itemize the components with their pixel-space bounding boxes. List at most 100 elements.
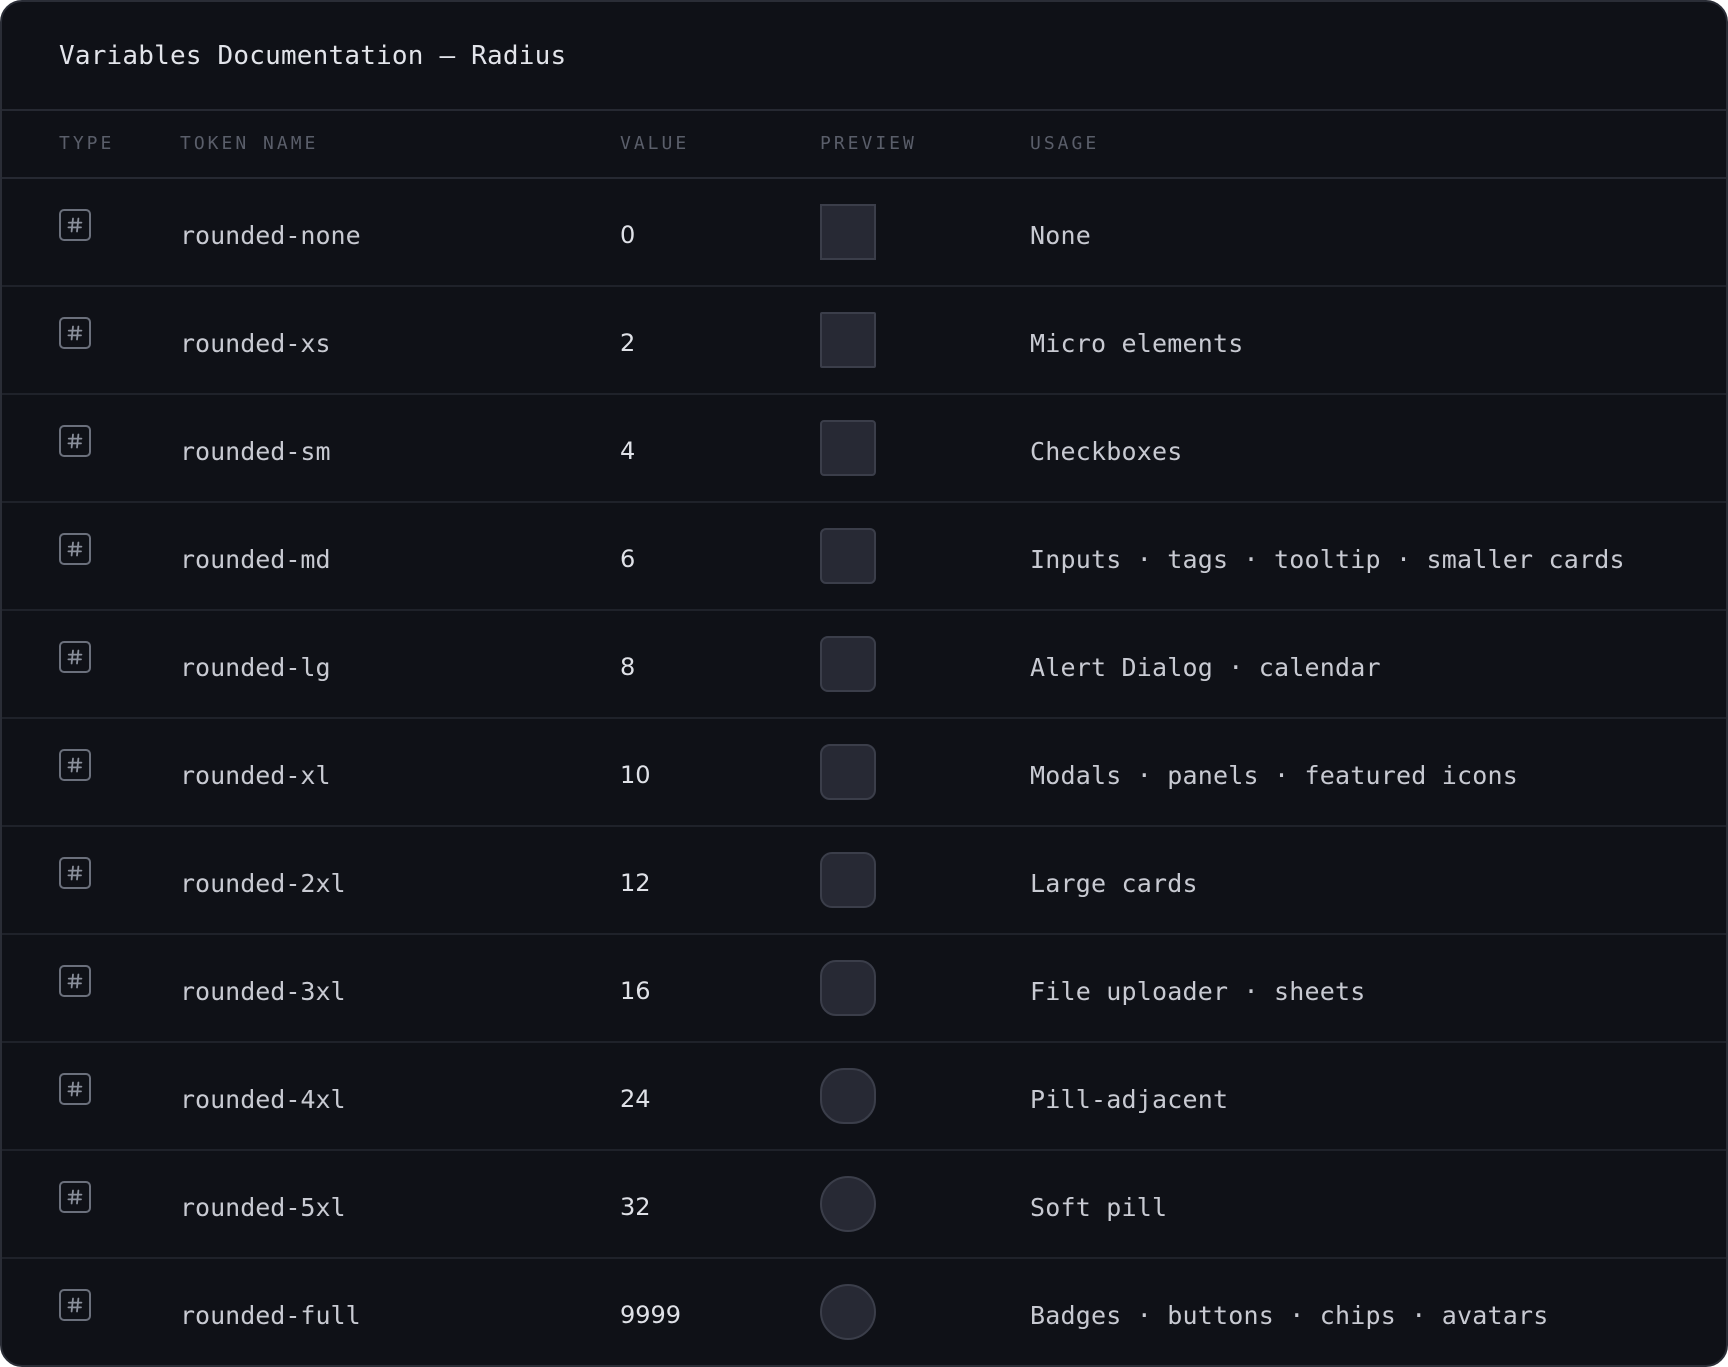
usage-cell: Inputs · tags · tooltip · smaller cards — [1030, 503, 1625, 609]
hash-icon — [59, 533, 91, 565]
usage-cell: Alert Dialog · calendar — [1030, 611, 1381, 717]
token-name-cell: rounded-none — [180, 179, 361, 285]
token-value: 10 — [620, 761, 651, 789]
usage-text: Badges · buttons · chips · avatars — [1030, 1300, 1549, 1330]
table-row[interactable]: rounded-3xl 16 File uploader · sheets — [2, 935, 1726, 1043]
table-row[interactable]: rounded-none 0 None — [2, 179, 1726, 287]
value-cell: 2 — [620, 287, 635, 393]
usage-text: Pill-adjacent — [1030, 1084, 1229, 1114]
table-row[interactable]: rounded-full 9999 Badges · buttons · chi… — [2, 1259, 1726, 1365]
hash-icon-glyph — [67, 973, 83, 989]
preview-cell — [820, 719, 876, 825]
table-row[interactable]: rounded-5xl 32 Soft pill — [2, 1151, 1726, 1259]
token-value: 2 — [620, 329, 636, 357]
column-header-token-name: TOKEN NAME — [180, 133, 319, 154]
radius-preview-swatch — [820, 636, 876, 692]
token-value: 6 — [620, 545, 636, 573]
token-name: rounded-sm — [180, 436, 331, 466]
token-value: 8 — [620, 653, 636, 681]
hash-icon-glyph — [67, 865, 83, 881]
value-cell: 9999 — [620, 1259, 681, 1365]
radius-preview-swatch — [820, 1176, 876, 1232]
token-name: rounded-xl — [180, 760, 331, 790]
token-value: 16 — [620, 977, 651, 1005]
token-name: rounded-full — [180, 1300, 361, 1330]
radius-preview-swatch — [820, 960, 876, 1016]
table-header: TYPE TOKEN NAME VALUE PREVIEW USAGE — [2, 111, 1726, 179]
value-cell: 0 — [620, 179, 635, 285]
usage-cell: Pill-adjacent — [1030, 1043, 1228, 1149]
hash-icon — [59, 317, 91, 349]
hash-icon — [59, 641, 91, 673]
usage-cell: Modals · panels · featured icons — [1030, 719, 1518, 825]
hash-icon-glyph — [67, 433, 83, 449]
usage-text: Alert Dialog · calendar — [1030, 652, 1381, 682]
type-cell — [59, 611, 91, 717]
hash-icon — [59, 1181, 91, 1213]
hash-icon — [59, 209, 91, 241]
column-header-preview: PREVIEW — [820, 133, 917, 154]
hash-icon-glyph — [67, 1081, 83, 1097]
token-name-cell: rounded-3xl — [180, 935, 346, 1041]
hash-icon — [59, 425, 91, 457]
hash-icon — [59, 857, 91, 889]
token-name-cell: rounded-xs — [180, 287, 331, 393]
hash-icon-glyph — [67, 1297, 83, 1313]
value-cell: 6 — [620, 503, 635, 609]
token-name: rounded-md — [180, 544, 331, 574]
token-name-cell: rounded-full — [180, 1259, 361, 1365]
token-name-cell: rounded-2xl — [180, 827, 346, 933]
type-cell — [59, 1151, 91, 1257]
usage-text: Inputs · tags · tooltip · smaller cards — [1030, 544, 1625, 574]
table-body: rounded-none 0 None rounded-xs 2 Micro e… — [2, 179, 1726, 1365]
type-cell — [59, 395, 91, 501]
radius-preview-swatch — [820, 1068, 876, 1124]
radius-preview-swatch — [820, 528, 876, 584]
usage-text: Large cards — [1030, 868, 1198, 898]
token-value: 24 — [620, 1085, 651, 1113]
table-row[interactable]: rounded-sm 4 Checkboxes — [2, 395, 1726, 503]
table-row[interactable]: rounded-lg 8 Alert Dialog · calendar — [2, 611, 1726, 719]
usage-cell: Badges · buttons · chips · avatars — [1030, 1259, 1549, 1365]
radius-preview-swatch — [820, 204, 876, 260]
hash-icon-glyph — [67, 325, 83, 341]
usage-text: Checkboxes — [1030, 436, 1183, 466]
preview-cell — [820, 179, 876, 285]
value-cell: 32 — [620, 1151, 651, 1257]
radius-preview-swatch — [820, 852, 876, 908]
hash-icon-glyph — [67, 217, 83, 233]
token-name: rounded-xs — [180, 328, 331, 358]
usage-cell: Micro elements — [1030, 287, 1244, 393]
value-cell: 4 — [620, 395, 635, 501]
table-row[interactable]: rounded-4xl 24 Pill-adjacent — [2, 1043, 1726, 1151]
type-cell — [59, 1043, 91, 1149]
hash-icon-glyph — [67, 541, 83, 557]
preview-cell — [820, 287, 876, 393]
token-name-cell: rounded-md — [180, 503, 331, 609]
type-cell — [59, 719, 91, 825]
type-cell — [59, 287, 91, 393]
token-value: 9999 — [620, 1301, 682, 1329]
preview-cell — [820, 1151, 876, 1257]
usage-cell: Checkboxes — [1030, 395, 1183, 501]
type-cell — [59, 503, 91, 609]
usage-cell: Large cards — [1030, 827, 1198, 933]
hash-icon-glyph — [67, 1189, 83, 1205]
table-row[interactable]: rounded-md 6 Inputs · tags · tooltip · s… — [2, 503, 1726, 611]
radius-preview-swatch — [820, 420, 876, 476]
token-name: rounded-5xl — [180, 1192, 346, 1222]
column-header-usage: USAGE — [1030, 133, 1100, 154]
token-name-cell: rounded-4xl — [180, 1043, 346, 1149]
preview-cell — [820, 1043, 876, 1149]
type-cell — [59, 179, 91, 285]
table-row[interactable]: rounded-xs 2 Micro elements — [2, 287, 1726, 395]
hash-icon-glyph — [67, 757, 83, 773]
table-row[interactable]: rounded-2xl 12 Large cards — [2, 827, 1726, 935]
token-name: rounded-3xl — [180, 976, 346, 1006]
table-row[interactable]: rounded-xl 10 Modals · panels · featured… — [2, 719, 1726, 827]
usage-cell: None — [1030, 179, 1091, 285]
value-cell: 24 — [620, 1043, 651, 1149]
token-name-cell: rounded-5xl — [180, 1151, 346, 1257]
token-value: 0 — [620, 221, 636, 249]
page-title: Variables Documentation — Radius — [59, 40, 567, 71]
